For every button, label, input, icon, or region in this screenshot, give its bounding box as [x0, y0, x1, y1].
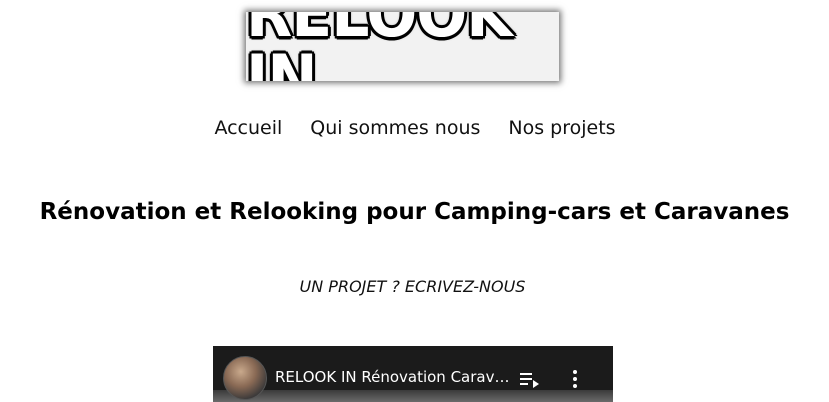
more-vertical-icon[interactable] — [567, 368, 583, 390]
add-to-queue-icon[interactable] — [520, 372, 540, 388]
channel-avatar[interactable] — [223, 356, 267, 400]
nav-item-qui-sommes-nous[interactable]: Qui sommes nous — [309, 117, 480, 139]
video-title[interactable]: RELOOK IN Rénovation Caravanes et Campin… — [275, 368, 510, 386]
contact-cta-link[interactable]: UN PROJET ? ECRIVEZ-NOUS — [0, 277, 825, 296]
main-nav: Accueil Qui sommes nous Nos projets — [0, 117, 829, 139]
page-title: Rénovation et Relooking pour Camping-car… — [39, 199, 790, 225]
nav-item-nos-projets[interactable]: Nos projets — [507, 117, 615, 139]
video-embed[interactable]: RELOOK IN Rénovation Caravanes et Campin… — [213, 346, 613, 402]
site-logo[interactable]: RELOOK IN — [246, 12, 559, 81]
nav-item-accueil[interactable]: Accueil — [213, 117, 282, 139]
logo-text: RELOOK IN — [246, 12, 513, 81]
page: RELOOK IN Accueil Qui sommes nous Nos pr… — [0, 0, 829, 402]
video-thumbnail — [213, 390, 613, 402]
